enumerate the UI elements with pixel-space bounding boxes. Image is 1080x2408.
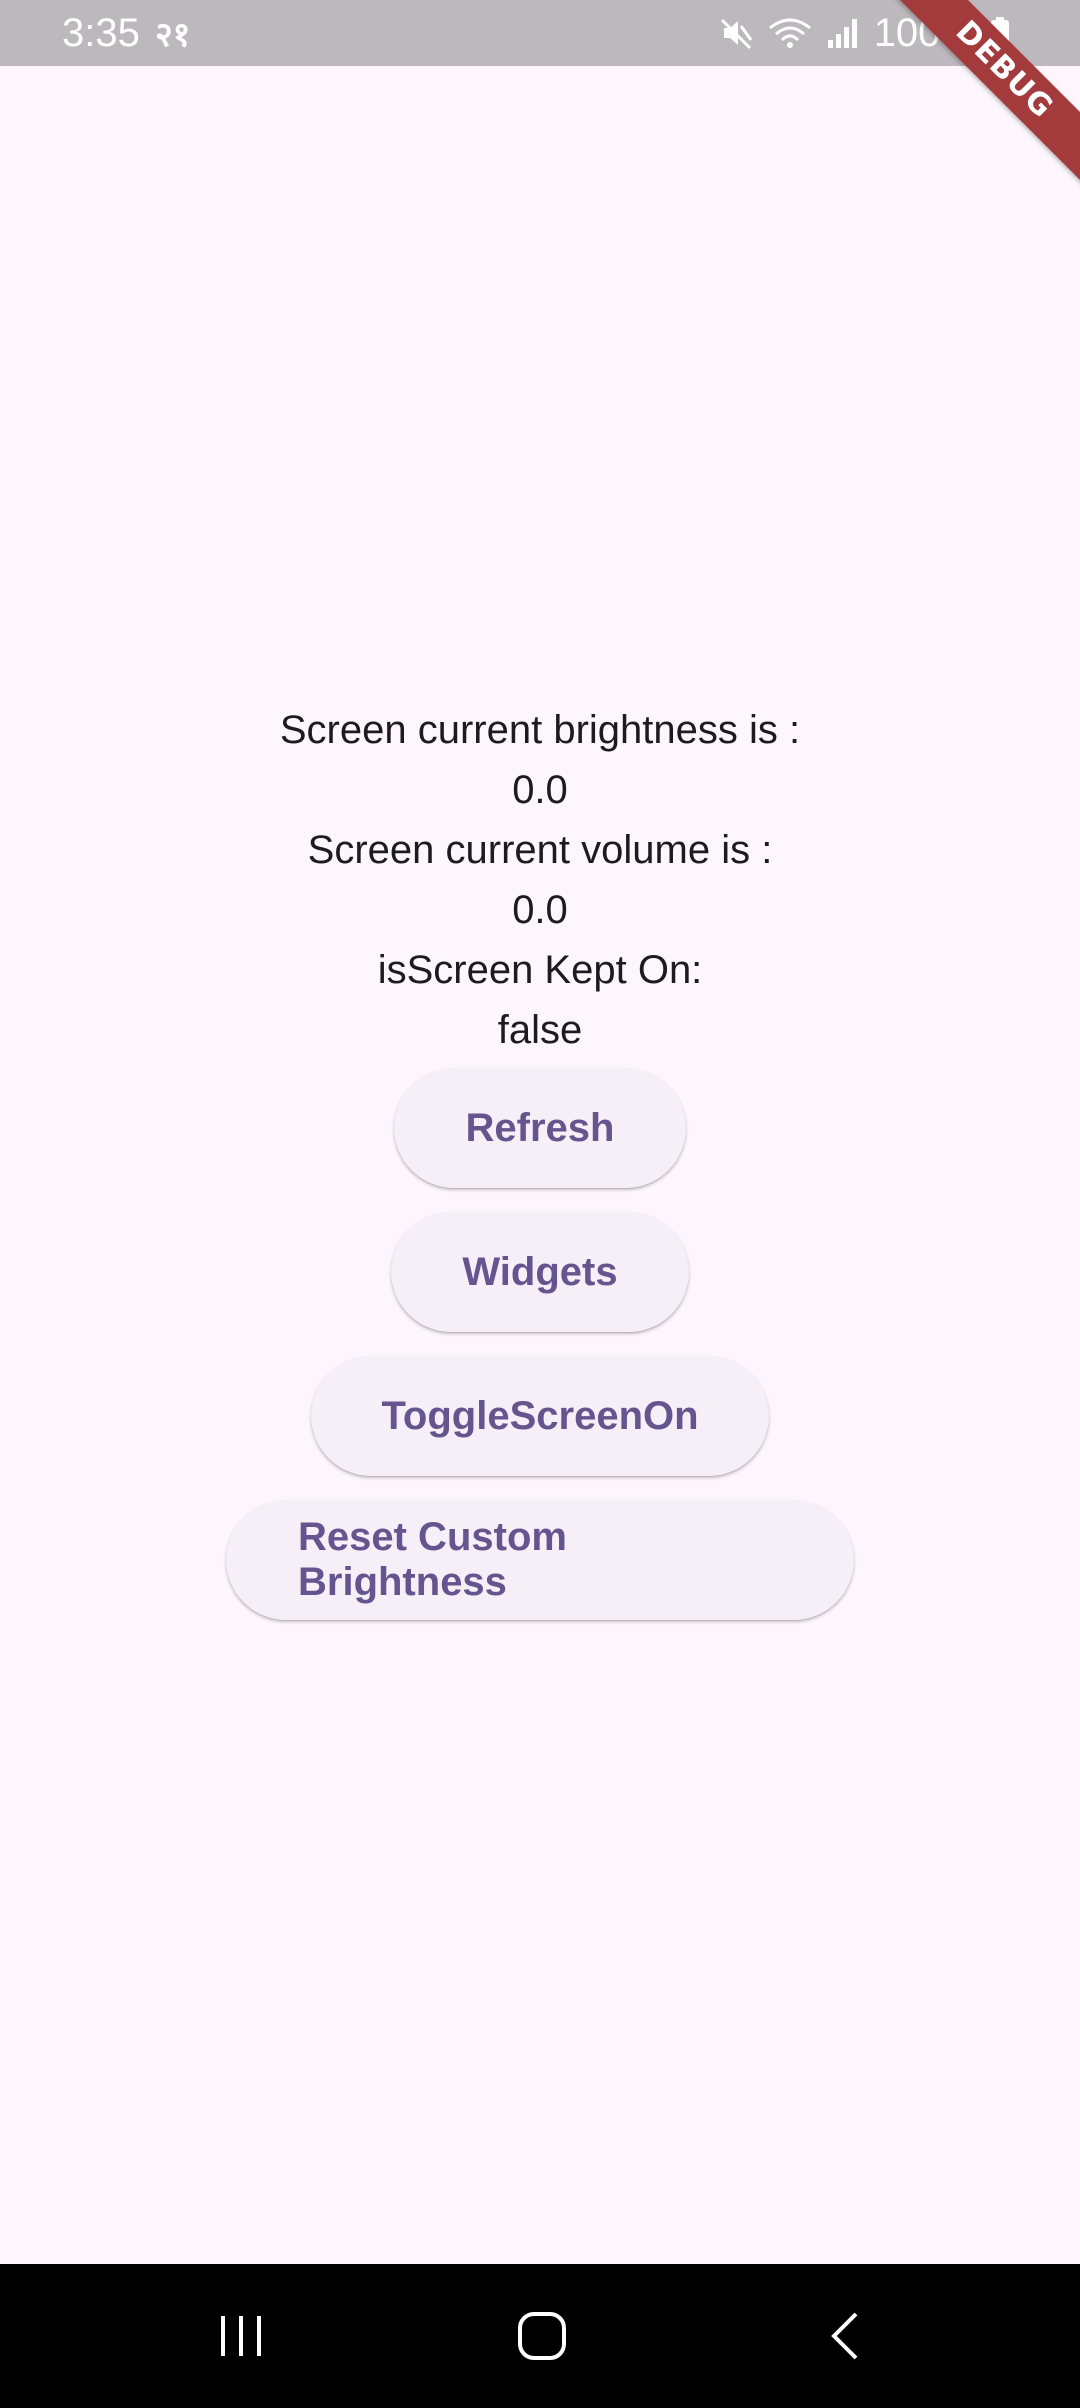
refresh-button[interactable]: Refresh	[394, 1068, 686, 1188]
status-indicator: २१	[155, 15, 191, 55]
app-screen: 3:35 २१ 100% DEBUG Screen current bright…	[0, 0, 1080, 2408]
volume-value: 0.0	[512, 888, 568, 932]
navigation-bar	[0, 2264, 1080, 2408]
kept-on-value: false	[497, 1008, 583, 1052]
kept-on-label: isScreen Kept On:	[377, 948, 703, 992]
volume-label: Screen current volume is :	[307, 828, 773, 872]
wifi-icon	[768, 16, 812, 50]
back-icon[interactable]	[806, 2300, 886, 2372]
info-section: Screen current brightness is : 0.0 Scree…	[0, 700, 1080, 1060]
status-time: 3:35	[62, 11, 140, 55]
mute-icon	[720, 16, 754, 50]
reset-custom-brightness-button[interactable]: Reset Custom Brightness	[226, 1500, 854, 1620]
button-group: Refresh Widgets ToggleScreenOn Reset Cus…	[0, 1068, 1080, 1620]
home-icon[interactable]	[502, 2300, 582, 2372]
brightness-label: Screen current brightness is :	[279, 708, 801, 752]
brightness-value: 0.0	[512, 768, 568, 812]
recent-apps-icon[interactable]	[201, 2300, 281, 2372]
widgets-button[interactable]: Widgets	[391, 1212, 689, 1332]
toggle-screen-on-button[interactable]: ToggleScreenOn	[311, 1356, 769, 1476]
signal-icon	[826, 16, 860, 50]
